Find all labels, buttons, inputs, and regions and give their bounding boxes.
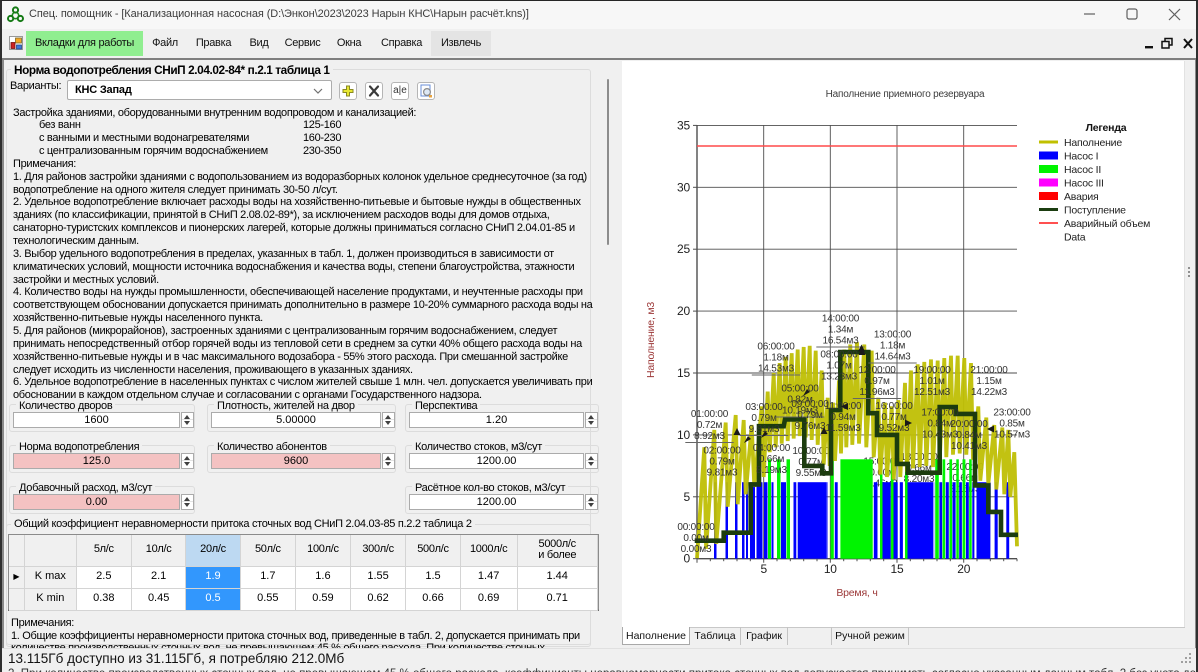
svg-text:08:00:00: 08:00:00 [820, 350, 858, 361]
svg-text:0.85м: 0.85м [999, 419, 1025, 430]
svg-text:12.51м3: 12.51м3 [914, 387, 951, 398]
svg-text:10.41м3: 10.41м3 [951, 441, 988, 452]
svg-text:23:00:00: 23:00:00 [993, 408, 1031, 419]
svg-text:25: 25 [677, 242, 690, 256]
svg-text:30: 30 [677, 180, 690, 194]
svg-text:10: 10 [677, 428, 690, 442]
svg-text:0.84м: 0.84м [927, 419, 953, 430]
svg-text:0.94м: 0.94м [830, 412, 856, 423]
svg-text:04:00:00: 04:00:00 [753, 443, 791, 454]
svg-text:02:00:00: 02:00:00 [703, 446, 741, 457]
svg-text:19:00:00: 19:00:00 [913, 365, 951, 376]
svg-text:1.15м: 1.15м [976, 376, 1002, 387]
svg-text:9.76м3: 9.76м3 [795, 421, 826, 432]
svg-text:Data: Data [1064, 232, 1086, 244]
svg-text:16.54м3: 16.54м3 [822, 336, 859, 347]
svg-text:10.57м3: 10.57м3 [994, 430, 1031, 441]
svg-text:0.79м: 0.79м [751, 413, 777, 424]
svg-text:Насос II: Насос II [1064, 164, 1101, 176]
svg-text:13.23м3: 13.23м3 [821, 372, 858, 383]
svg-text:12:00:00: 12:00:00 [858, 365, 896, 376]
svg-text:0.97м: 0.97м [864, 376, 890, 387]
svg-text:1.07м: 1.07м [826, 361, 852, 372]
svg-text:Поступление: Поступление [1064, 205, 1126, 217]
svg-text:0.84м: 0.84м [956, 430, 982, 441]
svg-text:Насос I: Насос I [1064, 151, 1098, 163]
svg-text:Легенда: Легенда [1086, 122, 1127, 134]
svg-text:9.81м3: 9.81м3 [707, 468, 738, 479]
svg-text:35: 35 [677, 118, 690, 132]
svg-text:20:00:00: 20:00:00 [950, 419, 988, 430]
svg-text:13:00:00: 13:00:00 [874, 330, 912, 341]
svg-text:0.00м: 0.00м [683, 533, 709, 544]
svg-text:21:00:00: 21:00:00 [970, 365, 1008, 376]
svg-text:Время, ч: Время, ч [836, 587, 877, 599]
svg-text:0.79м: 0.79м [709, 457, 735, 468]
svg-text:5: 5 [760, 562, 767, 576]
svg-text:20: 20 [677, 304, 690, 318]
svg-text:Авария: Авария [1064, 191, 1099, 203]
svg-text:20: 20 [957, 562, 970, 576]
svg-text:14:00:00: 14:00:00 [822, 314, 860, 325]
svg-text:06:00:00: 06:00:00 [757, 342, 795, 353]
svg-text:15: 15 [891, 562, 904, 576]
svg-text:11.59м3: 11.59м3 [825, 423, 861, 434]
svg-text:1.18м: 1.18м [880, 341, 906, 352]
svg-text:5: 5 [684, 490, 691, 504]
svg-text:15: 15 [677, 366, 690, 380]
svg-text:8.19м3: 8.19м3 [756, 465, 787, 476]
svg-text:Наполнение, м3: Наполнение, м3 [645, 302, 657, 378]
svg-text:17:00:00: 17:00:00 [921, 408, 959, 419]
svg-text:1.01м: 1.01м [919, 376, 945, 387]
svg-text:0.79м: 0.79м [797, 410, 823, 421]
svg-text:14.64м3: 14.64м3 [874, 352, 911, 363]
svg-text:Аварийный объем: Аварийный объем [1064, 218, 1150, 230]
svg-text:0.77м: 0.77м [881, 412, 907, 423]
svg-text:0.66м: 0.66м [759, 454, 785, 465]
svg-text:0.72м: 0.72м [697, 420, 723, 431]
svg-text:1.18м: 1.18м [763, 353, 789, 364]
svg-text:01:00:00: 01:00:00 [691, 409, 729, 420]
svg-text:14.22м3: 14.22м3 [971, 387, 1008, 398]
svg-text:00:00:00: 00:00:00 [677, 522, 715, 533]
svg-text:05:00:00: 05:00:00 [781, 384, 819, 395]
svg-text:16:00:00: 16:00:00 [875, 401, 913, 412]
svg-text:09:00:00: 09:00:00 [791, 399, 829, 410]
svg-text:03:00:00: 03:00:00 [745, 402, 783, 413]
svg-text:Наполнение приемного резервуар: Наполнение приемного резервуара [826, 89, 985, 100]
svg-text:Наполнение: Наполнение [1064, 137, 1122, 149]
svg-text:11.96м3: 11.96м3 [859, 387, 895, 398]
svg-text:10: 10 [824, 562, 837, 576]
svg-text:8.92м3: 8.92м3 [694, 431, 725, 442]
svg-text:0.00м3: 0.00м3 [681, 544, 712, 555]
svg-text:14.53м3: 14.53м3 [758, 364, 795, 375]
svg-text:Насос III: Насос III [1064, 178, 1104, 190]
svg-text:10.43м3: 10.43м3 [922, 430, 959, 441]
svg-text:1.34м: 1.34м [828, 325, 854, 336]
